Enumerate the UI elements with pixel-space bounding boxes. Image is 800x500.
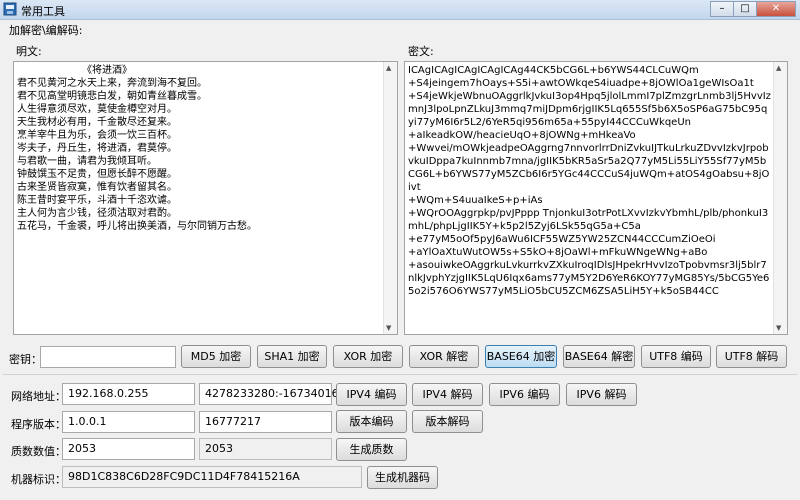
close-button[interactable]: ✕ — [756, 1, 796, 17]
network-label: 网络地址： — [11, 390, 66, 403]
ciphertext-label: 密文: — [408, 45, 434, 58]
generate-prime-button[interactable]: 生成质数 — [336, 438, 407, 461]
plaintext-label: 明文: — [16, 45, 42, 58]
ciphertext-area[interactable]: ICAgICAgICAgICAgICAg44CK5bCG6L+b6YWS44CL… — [404, 61, 788, 335]
group-label: 加解密\编解码: — [9, 24, 83, 37]
section-divider — [3, 374, 797, 375]
prime-input[interactable]: 2053 — [62, 438, 195, 460]
network-encoded-input[interactable]: 4278233280:-16734016 — [199, 383, 339, 405]
ipv4-decode-button[interactable]: IPV4 解码 — [412, 383, 483, 406]
scroll-down-icon[interactable]: ▼ — [386, 324, 391, 332]
key-input[interactable] — [40, 346, 176, 368]
machine-id-field: 98D1C838C6D28FC9DC11D4F78415216A — [62, 466, 362, 488]
ipv4-encode-button[interactable]: IPV4 编码 — [336, 383, 407, 406]
plaintext-scrollbar[interactable]: ▲ ▼ — [383, 62, 397, 334]
base64-encrypt-button[interactable]: BASE64 加密 — [485, 345, 557, 368]
version-label: 程序版本： — [11, 418, 66, 431]
key-label: 密钥： — [9, 353, 42, 366]
scroll-up-icon[interactable]: ▲ — [386, 64, 391, 72]
title-bar: 常用工具 – □ ✕ — [0, 0, 800, 20]
scroll-up-icon[interactable]: ▲ — [776, 64, 781, 72]
scroll-down-icon[interactable]: ▼ — [776, 324, 781, 332]
plaintext-content: 《将进酒》 君不见黄河之水天上来，奔流到海不复回。 君不见高堂明镜悲白发，朝如青… — [17, 65, 257, 232]
md5-encrypt-button[interactable]: MD5 加密 — [181, 345, 251, 368]
version-encode-button[interactable]: 版本编码 — [336, 410, 407, 433]
xor-encrypt-button[interactable]: XOR 加密 — [333, 345, 403, 368]
machine-label: 机器标识： — [11, 473, 66, 486]
plaintext-area[interactable]: 《将进酒》 君不见黄河之水天上来，奔流到海不复回。 君不见高堂明镜悲白发，朝如青… — [13, 61, 398, 335]
sha1-encrypt-button[interactable]: SHA1 加密 — [257, 345, 327, 368]
ciphertext-content: ICAgICAgICAgICAgICAg44CK5bCG6L+b6YWS44CL… — [408, 65, 771, 297]
maximize-button[interactable]: □ — [733, 1, 757, 17]
network-address-input[interactable]: 192.168.0.255 — [62, 383, 195, 405]
version-input[interactable]: 1.0.0.1 — [62, 411, 195, 433]
version-decode-button[interactable]: 版本解码 — [412, 410, 483, 433]
window-controls: – □ ✕ — [710, 1, 796, 17]
minimize-button[interactable]: – — [710, 1, 734, 17]
xor-decrypt-button[interactable]: XOR 解密 — [409, 345, 479, 368]
prime-label: 质数数值： — [11, 445, 66, 458]
prime-result-field: 2053 — [199, 438, 332, 460]
utf8-decode-button[interactable]: UTF8 解码 — [716, 345, 787, 368]
version-encoded-input[interactable]: 16777217 — [199, 411, 332, 433]
ciphertext-scrollbar[interactable]: ▲ ▼ — [773, 62, 787, 334]
generate-machine-code-button[interactable]: 生成机器码 — [367, 466, 438, 489]
ipv6-decode-button[interactable]: IPV6 解码 — [566, 383, 637, 406]
ipv6-encode-button[interactable]: IPV6 编码 — [489, 383, 560, 406]
app-icon — [3, 2, 17, 16]
window-title: 常用工具 — [21, 5, 65, 18]
utf8-encode-button[interactable]: UTF8 编码 — [641, 345, 711, 368]
base64-decrypt-button[interactable]: BASE64 解密 — [563, 345, 635, 368]
